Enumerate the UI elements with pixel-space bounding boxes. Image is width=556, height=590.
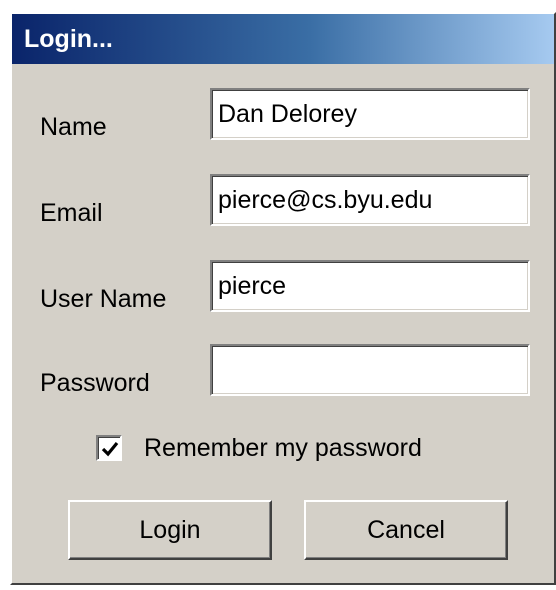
password-field-box <box>210 344 530 396</box>
cancel-button[interactable]: Cancel <box>304 500 508 560</box>
email-label: Email <box>40 199 103 227</box>
password-field[interactable] <box>212 346 528 394</box>
remember-password-row[interactable]: Remember my password <box>96 432 422 464</box>
username-label: User Name <box>40 285 167 313</box>
window-title: Login... <box>24 25 113 53</box>
checkmark-icon <box>101 441 119 457</box>
password-label: Password <box>40 369 150 397</box>
email-field[interactable] <box>212 176 528 224</box>
name-field[interactable] <box>212 90 528 138</box>
login-dialog: Login... Name Email User Name Password R… <box>10 12 556 585</box>
remember-password-checkbox[interactable] <box>96 435 122 461</box>
title-bar[interactable]: Login... <box>12 14 554 64</box>
login-button[interactable]: Login <box>68 500 272 560</box>
username-field[interactable] <box>212 262 528 310</box>
username-field-box <box>210 260 530 312</box>
remember-password-label: Remember my password <box>144 434 422 462</box>
name-label: Name <box>40 113 107 141</box>
name-field-box <box>210 88 530 140</box>
email-field-box <box>210 174 530 226</box>
